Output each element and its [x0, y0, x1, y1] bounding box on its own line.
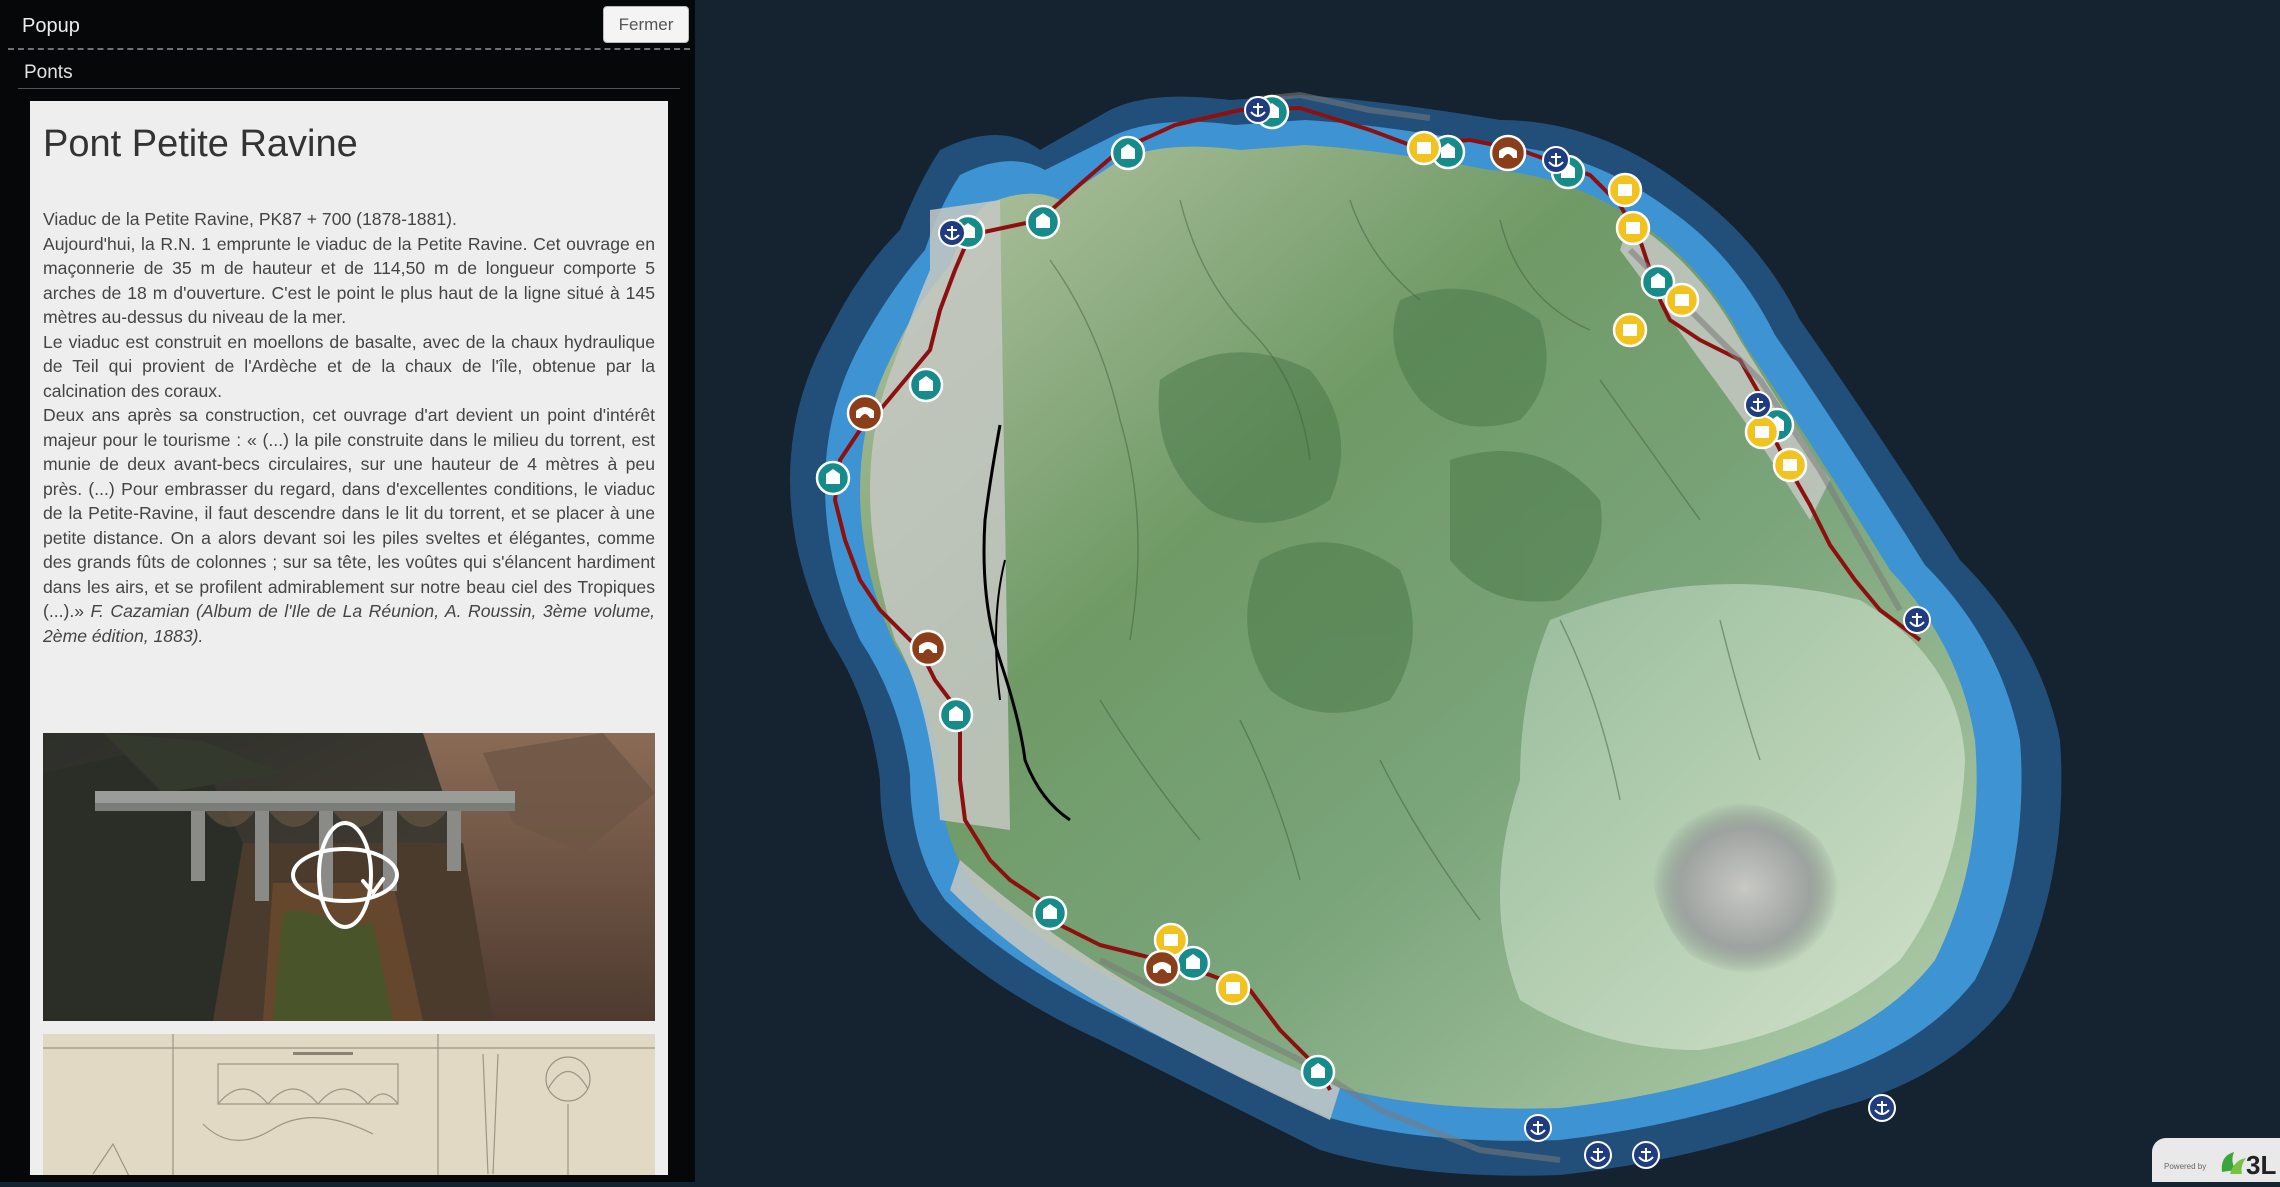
- station-marker[interactable]: [1032, 895, 1068, 931]
- description-paragraph: Aujourd'hui, la R.N. 1 emprunte le viadu…: [43, 233, 655, 328]
- quote-citation: F. Cazamian (Album de l'Ile de La Réunio…: [43, 601, 655, 646]
- header-divider: [8, 48, 690, 50]
- station-marker[interactable]: [908, 367, 944, 403]
- anchor-marker[interactable]: [1244, 96, 1272, 124]
- building-marker[interactable]: [1406, 130, 1442, 166]
- bridge-plan-image: [43, 1034, 655, 1175]
- description-paragraph: Le viaduc est construit en moellons de b…: [43, 331, 655, 401]
- powered-by-label: Powered by: [2164, 1162, 2207, 1171]
- anchor-marker[interactable]: [938, 219, 966, 247]
- bridge-marker[interactable]: [1143, 949, 1181, 987]
- popup-panel: Popup Fermer Ponts Pont Petite Ravine Vi…: [0, 0, 695, 1182]
- building-marker[interactable]: [1615, 210, 1651, 246]
- station-marker[interactable]: [1300, 1054, 1336, 1090]
- quote-text: Deux ans après sa construction, cet ouvr…: [43, 405, 655, 621]
- building-marker[interactable]: [1607, 172, 1643, 208]
- section-label: Ponts: [24, 62, 73, 83]
- building-marker[interactable]: [1215, 970, 1251, 1006]
- bridge-title: Pont Petite Ravine: [43, 123, 358, 165]
- station-marker[interactable]: [815, 460, 851, 496]
- anchor-marker[interactable]: [1542, 146, 1570, 174]
- bridge-marker[interactable]: [846, 394, 884, 432]
- bridge-marker[interactable]: [909, 629, 947, 667]
- building-marker[interactable]: [1612, 312, 1648, 348]
- map-attribution[interactable]: Powered by 3L: [2152, 1138, 2280, 1182]
- station-marker[interactable]: [1110, 135, 1146, 171]
- station-marker[interactable]: [1025, 204, 1061, 240]
- bridge-description: Viaduc de la Petite Ravine, PK87 + 700 (…: [43, 207, 655, 648]
- anchor-marker[interactable]: [1903, 606, 1931, 634]
- popup-header: Popup Fermer: [0, 0, 695, 48]
- building-marker[interactable]: [1744, 414, 1780, 450]
- description-quote: Deux ans après sa construction, cet ouvr…: [43, 403, 655, 648]
- bridge-marker[interactable]: [1489, 134, 1527, 172]
- bridge-3d-viewer[interactable]: [43, 733, 655, 1021]
- popup-title: Popup: [22, 15, 80, 37]
- anchor-marker[interactable]: [1744, 391, 1772, 419]
- popup-content[interactable]: Pont Petite Ravine Viaduc de la Petite R…: [30, 101, 668, 1175]
- close-button[interactable]: Fermer: [603, 6, 689, 43]
- anchor-marker[interactable]: [1524, 1114, 1552, 1142]
- map-view[interactable]: [695, 0, 2280, 1182]
- anchor-marker[interactable]: [1868, 1094, 1896, 1122]
- building-marker[interactable]: [1664, 282, 1700, 318]
- station-marker[interactable]: [938, 697, 974, 733]
- brand-name: 3L: [2246, 1150, 2277, 1180]
- description-paragraph: Viaduc de la Petite Ravine, PK87 + 700 (…: [43, 209, 457, 229]
- anchor-marker[interactable]: [1632, 1141, 1660, 1169]
- anchor-marker[interactable]: [1584, 1141, 1612, 1169]
- section-divider: [18, 88, 680, 89]
- building-marker[interactable]: [1772, 447, 1808, 483]
